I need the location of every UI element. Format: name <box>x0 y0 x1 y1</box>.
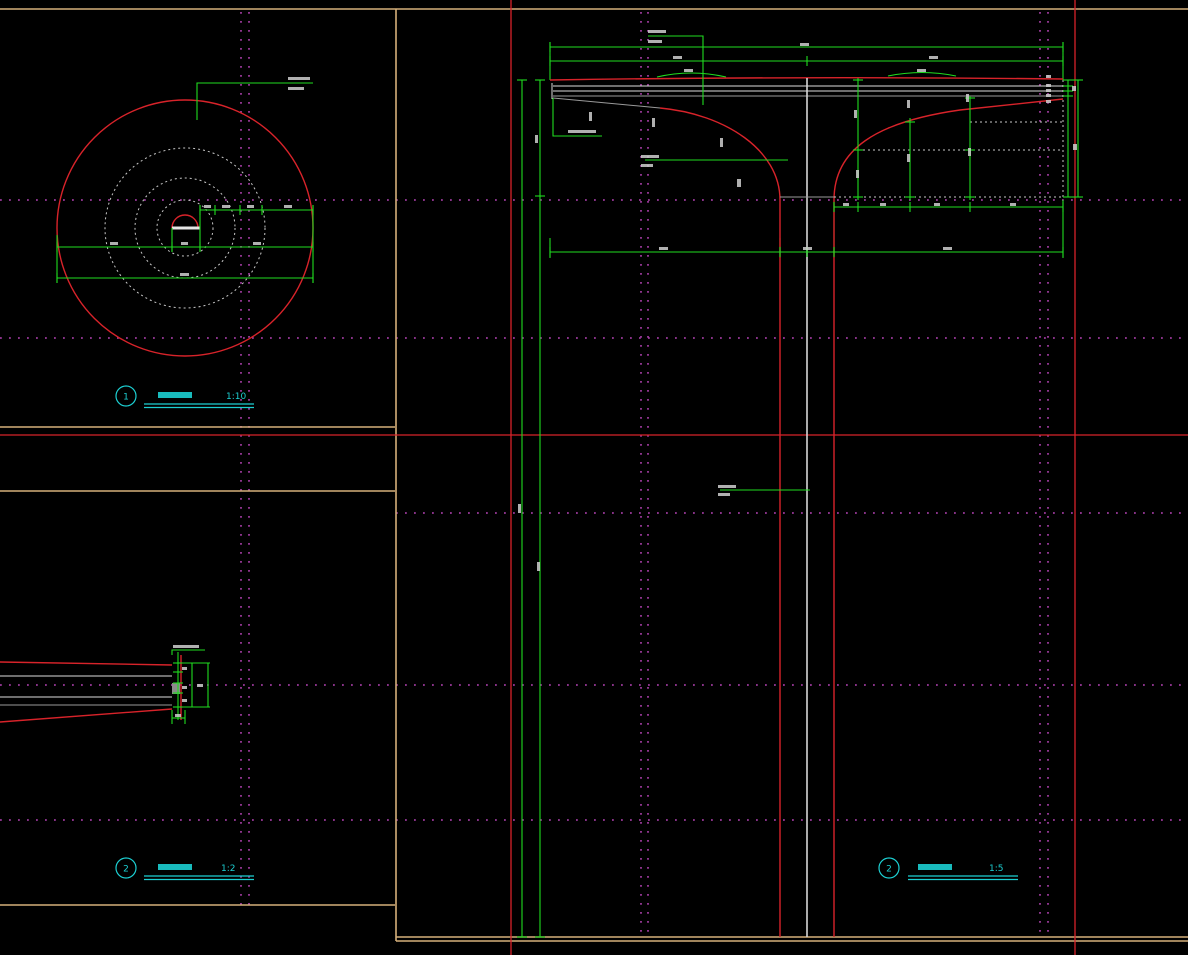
detail-number: 2 <box>886 865 892 875</box>
illegible-dimension-text <box>173 645 199 648</box>
illegible-dimension-text <box>535 135 538 143</box>
illegible-dimension-text <box>907 100 910 108</box>
viewport-boundaries <box>0 0 1188 955</box>
bottom-edge-line <box>0 708 173 723</box>
illegible-dimension-text <box>182 667 187 670</box>
illegible-dimension-text <box>288 77 310 80</box>
column-right-edge <box>833 98 1064 937</box>
illegible-dimension-text <box>110 242 118 245</box>
arc-dimension <box>656 72 727 78</box>
illegible-dimension-text <box>641 155 659 158</box>
illegible-dimension-text <box>652 118 655 127</box>
illegible-detail-title-text <box>918 864 952 870</box>
illegible-dimension-text <box>197 684 203 687</box>
cad-drawing-viewport[interactable]: 1 1:10 2 1:2 2 1:5 <box>0 0 1188 955</box>
detail-2-edge-section <box>0 649 210 724</box>
illegible-dimension-text <box>253 242 261 245</box>
illegible-dimension-text <box>1073 144 1077 150</box>
illegible-dimension-text <box>673 56 682 59</box>
illegible-dimension-text <box>880 203 886 206</box>
illegible-dimension-text <box>659 247 668 250</box>
illegible-dimension-text <box>720 138 723 147</box>
dimension-annotations <box>56 30 1083 938</box>
illegible-dimension-text <box>843 203 849 206</box>
illegible-dimension-text <box>800 43 809 46</box>
illegible-dimension-text <box>1046 94 1051 97</box>
illegible-dimension-text <box>204 205 211 208</box>
grid-lines <box>0 12 1188 937</box>
illegible-dimension-text <box>684 69 693 72</box>
illegible-dimension-text <box>648 30 666 33</box>
illegible-detail-title-text <box>158 392 192 398</box>
illegible-dimension-text <box>180 273 189 276</box>
illegible-dimension-text <box>182 699 187 702</box>
illegible-dimension-text <box>929 56 938 59</box>
illegible-dimension-text <box>718 485 736 488</box>
illegible-dimension-text <box>966 94 969 102</box>
illegible-dimension-text <box>854 110 857 118</box>
detail-number: 1 <box>123 393 129 403</box>
illegible-dimension-text <box>182 686 187 689</box>
end-block <box>172 683 180 694</box>
illegible-dimension-text <box>917 69 926 72</box>
sheet-frames <box>0 8 1188 942</box>
leader-line <box>648 35 704 105</box>
detail-scale: 1:10 <box>226 392 246 402</box>
illegible-dimension-text <box>943 247 952 250</box>
illegible-dimension-text <box>737 179 741 187</box>
top-edge-line <box>0 661 173 666</box>
illegible-dimension-text <box>968 148 971 156</box>
illegible-dimension-text <box>803 247 812 250</box>
illegible-dimension-text <box>1046 89 1051 92</box>
center-hole-arc <box>171 214 199 229</box>
illegible-dimension-text <box>181 242 188 245</box>
illegible-dimension-text <box>1046 100 1051 103</box>
illegible-dimension-text <box>568 130 596 133</box>
illegible-dimension-text <box>1072 86 1076 91</box>
column-left-edge <box>659 107 781 937</box>
illegible-dimension-text <box>222 205 230 208</box>
illegible-dimension-text <box>175 714 181 717</box>
detail-1-plan <box>56 82 314 357</box>
illegible-dimension-text <box>648 40 662 43</box>
illegible-dimension-text <box>856 170 859 178</box>
illegible-dimension-text <box>1046 75 1051 78</box>
detail-number: 2 <box>123 865 129 875</box>
detail-scale: 1:2 <box>221 864 235 874</box>
arc-dimension <box>887 71 957 77</box>
detail-3-section <box>521 35 1079 937</box>
illegible-dimension-text <box>589 112 592 121</box>
illegible-dimension-text <box>518 504 521 513</box>
detail-scale: 1:5 <box>989 864 1003 874</box>
illegible-detail-title-text <box>158 864 192 870</box>
illegible-dimension-text <box>247 205 254 208</box>
illegible-dimension-text <box>934 203 940 206</box>
slab-underside-line <box>552 97 661 109</box>
illegible-dimension-text <box>641 164 653 167</box>
illegible-dimension-text <box>1046 84 1051 87</box>
illegible-dimension-text <box>537 562 540 571</box>
illegible-dimension-text <box>718 493 730 496</box>
illegible-dimension-text <box>1010 203 1016 206</box>
leader-line <box>171 649 205 655</box>
illegible-dimension-text <box>907 154 910 162</box>
illegible-dimension-text <box>284 205 292 208</box>
illegible-dimension-text <box>288 87 304 90</box>
